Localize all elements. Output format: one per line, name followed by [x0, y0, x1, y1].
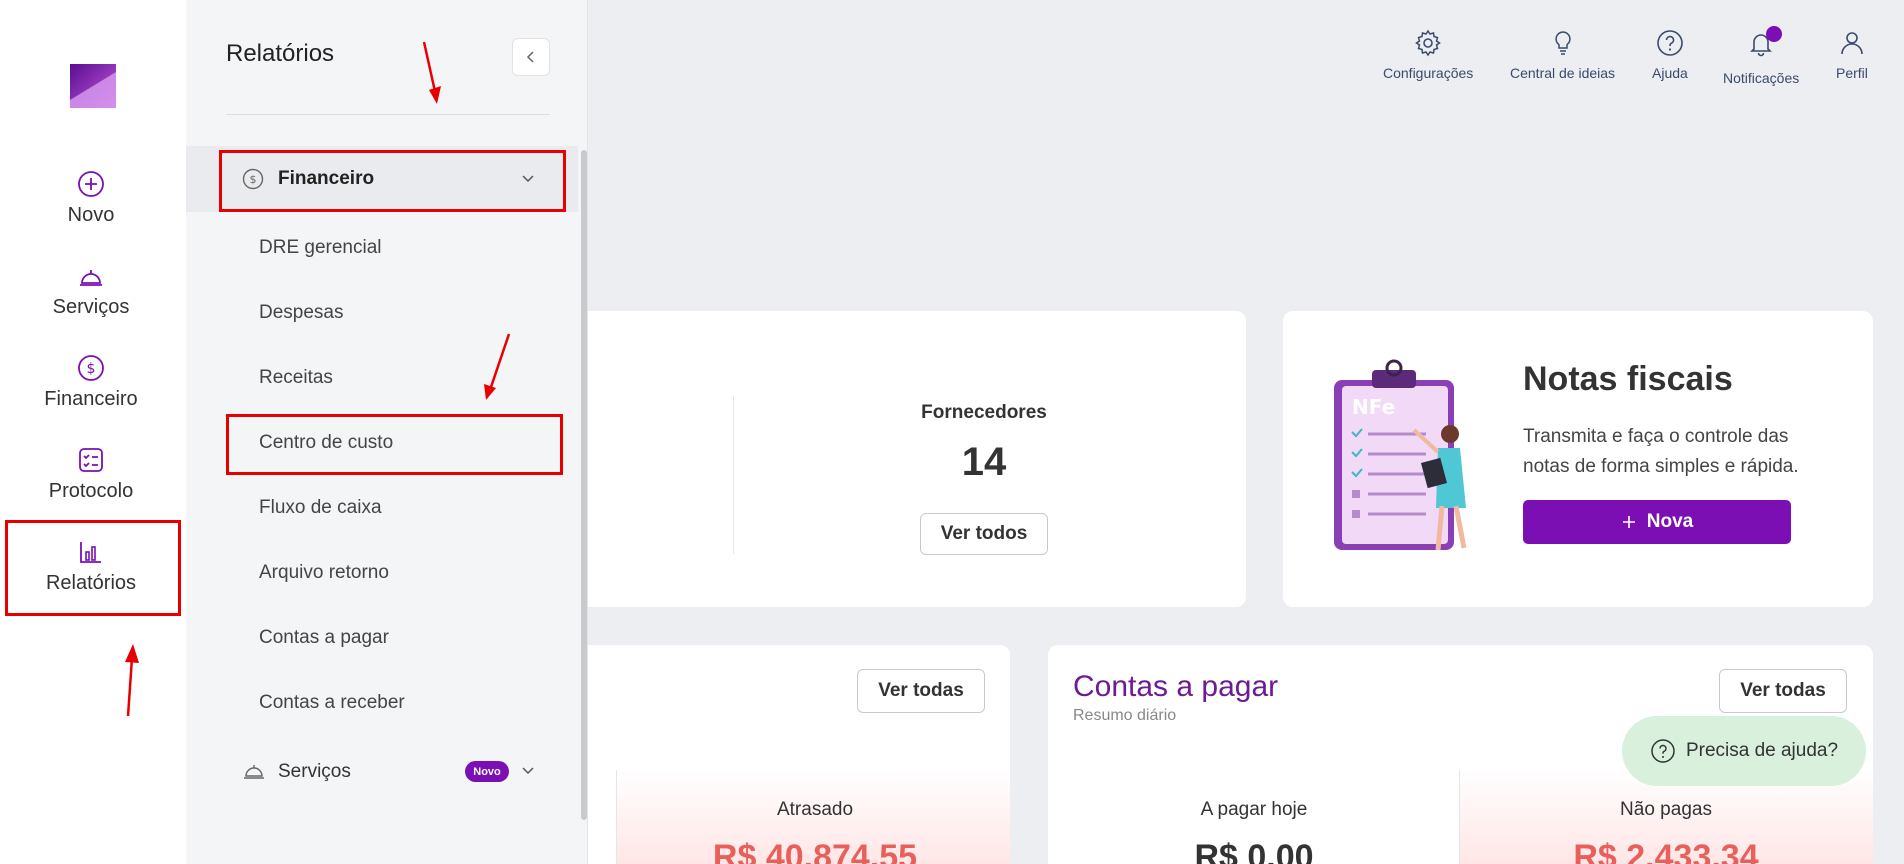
a-pagar-hoje-value: R$ 0,00	[1194, 838, 1314, 864]
chevron-down-icon	[522, 767, 534, 775]
chevron-down-icon	[522, 175, 534, 183]
notas-fiscais-title: Notas fiscais	[1523, 360, 1733, 398]
icon-rail: Novo Serviços $ Financeiro Protocolo Rel…	[0, 0, 186, 864]
menu-group-label: Financeiro	[278, 168, 375, 189]
topbar-label: Perfil	[1836, 65, 1868, 81]
svg-text:$: $	[250, 173, 257, 186]
rail-item-label: Protocolo	[48, 480, 134, 502]
topbar-ajuda[interactable]: Ajuda	[1652, 28, 1688, 81]
topbar-notificacoes[interactable]: Notificações	[1723, 26, 1800, 86]
help-button[interactable]: Precisa de ajuda?	[1622, 716, 1866, 786]
panel-title: Relatórios	[226, 40, 335, 67]
user-icon	[1841, 32, 1863, 55]
plus-icon	[1622, 516, 1635, 528]
topbar-central-de-ideias[interactable]: Central de ideias	[1510, 28, 1615, 81]
app-logo[interactable]	[62, 58, 122, 118]
bell-wrapper	[1746, 26, 1783, 70]
topbar-label: Ajuda	[1652, 65, 1688, 81]
new-badge: Novo	[465, 761, 509, 782]
rail-item-label: Financeiro	[44, 388, 138, 410]
plus-circle-icon	[78, 171, 104, 197]
fornecedores-label: Fornecedores	[921, 402, 1047, 423]
menu-group-label: Serviços	[278, 761, 351, 782]
card-separator	[733, 396, 734, 554]
topbar-label: Central de ideias	[1510, 65, 1616, 81]
nova-nota-button[interactable]: Nova	[1523, 500, 1791, 544]
nao-pagas-label: Não pagas	[1620, 799, 1712, 820]
menu-group-financeiro[interactable]: $ Financeiro	[186, 146, 578, 212]
atrasado-value: R$ 40.874,55	[712, 838, 918, 864]
menu-item-contas-a-receber[interactable]: Contas a receber	[259, 692, 405, 714]
ver-todas-receber-button[interactable]: Ver todas	[857, 669, 985, 713]
rail-item-relatorios[interactable]: Relatórios	[0, 538, 182, 595]
nfe-illustration-text: NFe	[1352, 395, 1395, 419]
menu-item-despesas[interactable]: Despesas	[259, 302, 344, 324]
question-icon	[1651, 739, 1675, 763]
panel-divider	[226, 114, 550, 115]
rail-item-label: Novo	[67, 204, 115, 226]
dollar-circle-icon: $	[78, 355, 104, 381]
menu-item-receitas[interactable]: Receitas	[259, 367, 333, 389]
menu-group-servicos[interactable]: Serviços Novo	[186, 750, 578, 794]
chevron-left-icon	[526, 51, 534, 63]
svg-text:$: $	[87, 361, 96, 377]
rail-item-protocolo[interactable]: Protocolo	[0, 446, 182, 503]
menu-item-fluxo-de-caixa[interactable]: Fluxo de caixa	[259, 497, 382, 519]
topbar-label: Configurações	[1383, 65, 1474, 81]
rail-item-financeiro[interactable]: $ Financeiro	[0, 354, 182, 411]
a-pagar-hoje-label: A pagar hoje	[1200, 799, 1308, 820]
service-bell-icon	[80, 270, 102, 286]
topbar-configuracoes[interactable]: Configurações	[1383, 28, 1473, 81]
fornecedores-count: 14	[961, 440, 1007, 484]
rail-item-label: Serviços	[52, 296, 130, 318]
menu-item-dre-gerencial[interactable]: DRE gerencial	[259, 237, 382, 259]
nova-button-label: Nova	[1646, 511, 1694, 532]
menu-item-contas-a-pagar[interactable]: Contas a pagar	[259, 627, 389, 649]
lightbulb-icon	[1554, 31, 1571, 55]
card-separator	[616, 770, 617, 864]
checklist-icon	[79, 448, 103, 472]
contas-pagar-title: Contas a pagar	[1073, 670, 1279, 703]
ver-todas-pagar-button[interactable]: Ver todas	[1719, 669, 1847, 713]
dollar-circle-icon: $	[242, 168, 264, 190]
rail-item-label: Relatórios	[45, 572, 137, 594]
help-label: Precisa de ajuda?	[1685, 740, 1839, 761]
rail-item-novo[interactable]: Novo	[0, 170, 182, 227]
question-icon	[1657, 30, 1683, 56]
notas-fiscais-description: Transmita e faça o controle das notas de…	[1523, 426, 1799, 477]
nao-pagas-value: R$ 2.433,34	[1573, 838, 1759, 864]
reports-submenu: Relatórios $ Financeiro DRE gerencial De…	[186, 0, 588, 864]
panel-scrollbar[interactable]	[581, 150, 587, 820]
contas-pagar-subtitle: Resumo diário	[1073, 707, 1177, 724]
nfe-clipboard-illustration: NFe	[1334, 359, 1467, 551]
menu-item-centro-de-custo[interactable]: Centro de custo	[259, 432, 393, 454]
gear-icon	[1415, 29, 1441, 57]
topbar-label: Notificações	[1723, 70, 1800, 86]
menu-item-arquivo-retorno[interactable]: Arquivo retorno	[259, 562, 389, 584]
atrasado-label: Atrasado	[776, 799, 854, 820]
collapse-panel-button[interactable]	[512, 38, 550, 76]
bar-chart-icon	[80, 542, 101, 563]
ver-todos-fornecedores-button[interactable]: Ver todos	[920, 513, 1048, 555]
topbar-perfil[interactable]: Perfil	[1836, 28, 1868, 81]
notification-dot	[1766, 26, 1783, 42]
rail-item-servicos[interactable]: Serviços	[0, 262, 182, 319]
service-bell-icon	[244, 765, 264, 779]
